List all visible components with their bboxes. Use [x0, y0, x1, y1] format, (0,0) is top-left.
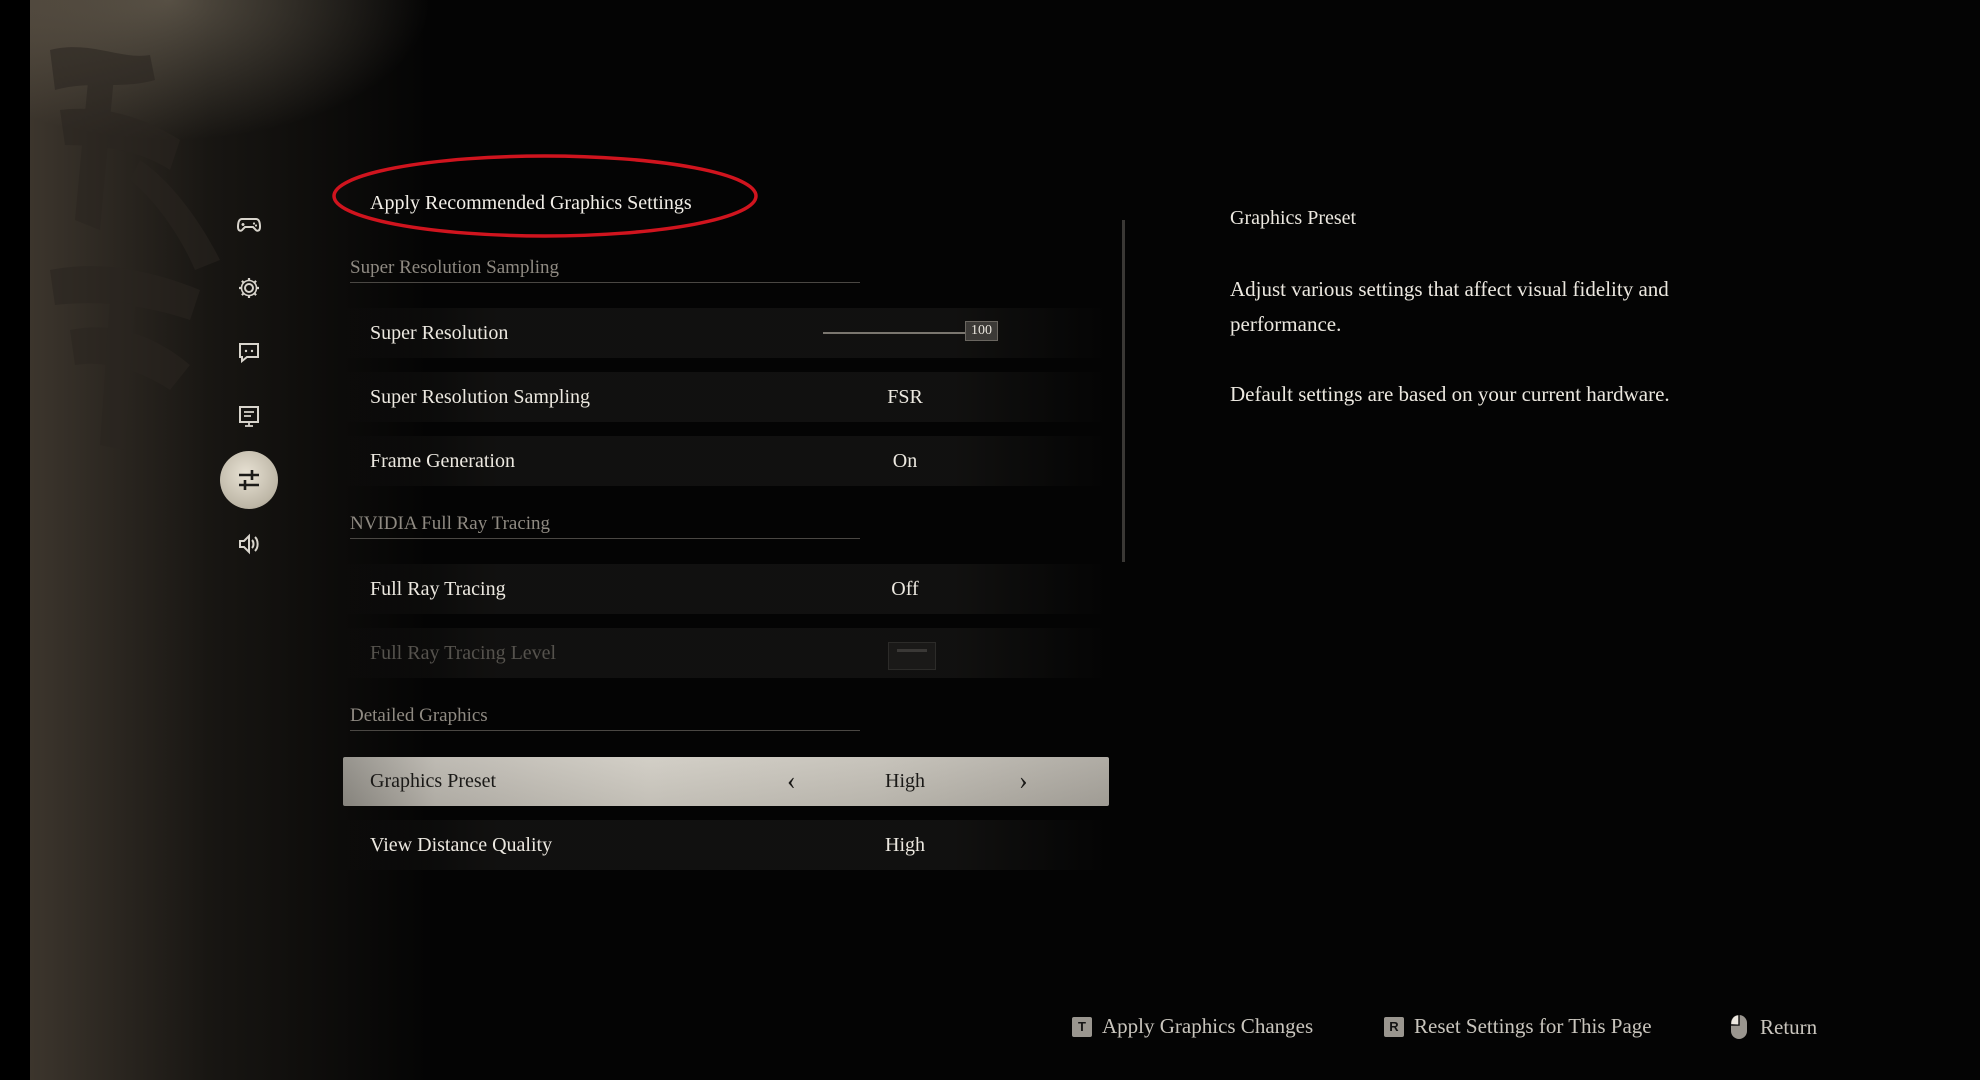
footer-label: Reset Settings for This Page: [1414, 1014, 1652, 1038]
setting-value: On: [892, 449, 918, 472]
setting-value: High: [885, 833, 925, 856]
description-paragraph: Default settings are based on your curre…: [1230, 382, 1670, 406]
keyboard-r-icon: R: [1384, 1016, 1404, 1037]
chevron-left-icon[interactable]: ‹: [787, 766, 796, 796]
setting-value: FSR: [887, 385, 923, 408]
super-resolution-value[interactable]: 100: [965, 321, 998, 341]
setting-label: Graphics Preset: [370, 770, 497, 792]
mouse-icon: [1731, 1015, 1747, 1039]
description-title: Graphics Preset: [1230, 207, 1357, 229]
footer-label: Return: [1760, 1014, 1818, 1039]
nav-audio[interactable]: [220, 515, 278, 573]
nav-graphics[interactable]: [220, 451, 278, 509]
nav-interface[interactable]: [220, 323, 278, 381]
display-icon: [239, 406, 259, 427]
nav-controls[interactable]: [220, 195, 278, 253]
setting-full-ray-tracing[interactable]: Full Ray Tracing Off: [343, 564, 1109, 614]
setting-label: Super Resolution: [370, 321, 509, 344]
chevron-right-icon[interactable]: ›: [1019, 766, 1028, 796]
section-super-resolution-sampling: Super Resolution Sampling: [350, 257, 860, 283]
setting-label: View Distance Quality: [370, 833, 553, 856]
reset-settings-button[interactable]: R Reset Settings for This Page: [1384, 1014, 1652, 1039]
apply-graphics-changes-button[interactable]: T Apply Graphics Changes: [1072, 1014, 1313, 1039]
gamepad-icon: [236, 218, 262, 232]
footer-label: Apply Graphics Changes: [1102, 1014, 1314, 1038]
setting-label: Full Ray Tracing: [370, 577, 506, 600]
calligraphy-decoration: [50, 47, 220, 450]
setting-frame-generation[interactable]: Frame Generation On: [343, 436, 1109, 486]
left-edge-bar: [0, 0, 30, 1080]
gear-icon: [239, 278, 259, 298]
apply-recommended-button[interactable]: Apply Recommended Graphics Settings: [370, 192, 692, 215]
setting-super-resolution[interactable]: Super Resolution 100: [343, 308, 1109, 358]
chat-icon: [239, 343, 259, 364]
setting-label: Super Resolution Sampling: [370, 385, 590, 408]
setting-label: Full Ray Tracing Level: [370, 641, 557, 664]
sliders-icon: [239, 470, 259, 490]
audio-icon: [239, 533, 259, 555]
settings-screen: Apply Recommended Graphics Settings Supe…: [0, 0, 1980, 1080]
setting-value: Off: [891, 577, 919, 600]
setting-label: Frame Generation: [370, 449, 515, 472]
nav-general[interactable]: [220, 259, 278, 317]
setting-graphics-preset[interactable]: Graphics Preset ‹ High ›: [343, 757, 1109, 806]
ray-tracing-level-control: [888, 642, 936, 670]
setting-full-ray-tracing-level: Full Ray Tracing Level: [343, 628, 1109, 678]
section-ray-tracing: NVIDIA Full Ray Tracing: [350, 513, 860, 539]
nav-display[interactable]: [220, 387, 278, 445]
section-detailed-graphics: Detailed Graphics: [350, 705, 860, 731]
list-scrollbar[interactable]: [1122, 220, 1125, 562]
setting-value: High: [885, 770, 925, 792]
return-button[interactable]: Return: [1730, 1014, 1817, 1040]
keyboard-t-icon: T: [1072, 1016, 1092, 1037]
description-paragraph: Adjust various settings that affect visu…: [1230, 277, 1669, 336]
super-resolution-slider[interactable]: [823, 332, 968, 334]
setting-view-distance-quality[interactable]: View Distance Quality High: [343, 820, 1109, 870]
setting-super-resolution-sampling[interactable]: Super Resolution Sampling FSR: [343, 372, 1109, 422]
